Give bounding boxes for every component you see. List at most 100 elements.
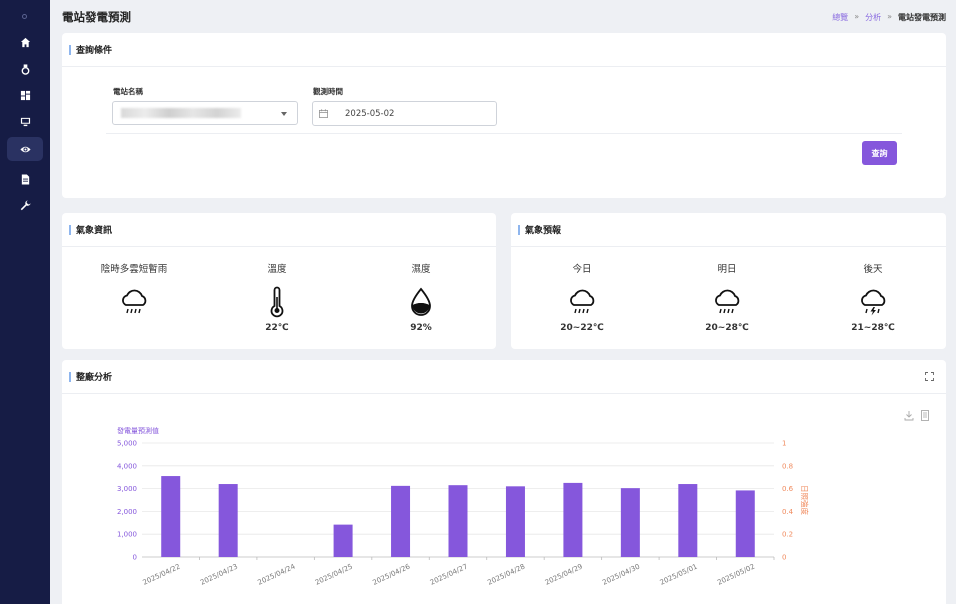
wrench-icon (20, 199, 31, 210)
thermometer-icon (270, 286, 284, 318)
rain-cloud-icon (122, 289, 147, 314)
bar (563, 482, 583, 557)
y-right-tick-label: 0.8 (782, 462, 793, 470)
sidebar-item-monitor[interactable] (7, 109, 43, 133)
y-tick-label: 5,000 (117, 440, 137, 448)
document-icon (21, 173, 29, 185)
bar (218, 484, 238, 557)
temperature-label: 溫度 (267, 264, 287, 275)
sidebar-logo-dot (22, 14, 27, 19)
rain-cloud-icon (570, 289, 595, 314)
y-right-axis-title: 日照強度 (800, 485, 810, 515)
y-right-tick-label: 1 (782, 440, 786, 448)
dashboard-icon (20, 90, 30, 100)
forecast-title: 氣象預報 (525, 226, 562, 236)
x-tick-label: 2025/04/24 (257, 562, 297, 587)
breadcrumb-overview[interactable]: 總覽 (832, 12, 848, 23)
x-tick-label: 2025/04/27 (429, 563, 469, 587)
sidebar-item-home[interactable] (7, 30, 43, 54)
weather-info-header: 氣象資訊 (62, 213, 496, 247)
breadcrumb: 總覽 » 分析 » 電站發電預測 (832, 12, 946, 23)
y-right-tick-label: 0.2 (782, 531, 793, 539)
y-tick-label: 0 (133, 554, 137, 562)
eye-icon (19, 146, 31, 152)
x-tick-label: 2025/05/01 (659, 563, 699, 587)
query-card: 查詢條件 電站名稱 觀測時間 2025-05-02 查詢 (62, 33, 946, 198)
forecast-day-after-label: 後天 (863, 264, 883, 275)
water-drop-icon (411, 287, 431, 316)
title-accent-bar (69, 44, 71, 55)
forecast-tomorrow-label: 明日 (717, 264, 737, 275)
temperature-value: 22℃ (265, 323, 289, 333)
humidity-label: 濕度 (411, 264, 431, 275)
date-picker[interactable]: 2025-05-02 (312, 101, 497, 126)
x-tick-label: 2025/04/30 (601, 563, 641, 587)
sidebar-item-dashboard[interactable] (7, 83, 43, 107)
thunder-cloud-icon (861, 289, 886, 316)
query-button[interactable]: 查詢 (862, 141, 897, 165)
station-select[interactable] (112, 101, 298, 125)
x-tick-label: 2025/04/29 (544, 563, 584, 587)
fullscreen-icon[interactable] (925, 372, 934, 381)
weather-info-card: 氣象資訊 陰時多雲短暫雨 溫度 22℃ 濕度 92% (62, 213, 496, 349)
x-tick-label: 2025/04/26 (371, 562, 411, 587)
title-accent-bar (69, 371, 71, 382)
query-card-title: 查詢條件 (76, 46, 113, 56)
y-axis-title: 發電量預測值 (117, 426, 159, 435)
bar (505, 486, 525, 557)
y-tick-label: 4,000 (117, 462, 137, 470)
form-divider (106, 133, 902, 134)
date-value: 2025-05-02 (345, 109, 395, 119)
chevron-down-icon (281, 112, 287, 116)
bar (448, 485, 468, 557)
x-tick-label: 2025/04/28 (486, 563, 526, 587)
forecast-day-after-value: 21~28℃ (851, 323, 895, 333)
y-right-tick-label: 0.4 (782, 508, 794, 516)
home-icon (20, 37, 30, 47)
title-accent-bar (518, 224, 520, 235)
station-label: 電站名稱 (113, 87, 143, 96)
humidity-value: 92% (410, 323, 432, 333)
sidebar-item-report[interactable] (7, 167, 43, 191)
forecast-tomorrow-value: 20~28℃ (705, 323, 749, 333)
x-tick-label: 2025/04/22 (142, 563, 182, 587)
rain-cloud-icon (715, 289, 740, 314)
breadcrumb-separator: » (854, 12, 860, 21)
weather-info-title: 氣象資訊 (76, 226, 113, 236)
sidebar-item-analysis[interactable] (7, 137, 43, 161)
forecast-today-label: 今日 (572, 264, 592, 275)
weather-humidity: 濕度 92% (361, 261, 481, 333)
query-card-header: 查詢條件 (62, 33, 946, 67)
bar (678, 484, 698, 557)
calendar-icon (319, 109, 328, 118)
analysis-header: 整廠分析 (62, 360, 946, 394)
breadcrumb-separator: » (887, 12, 892, 21)
sidebar-item-medal[interactable] (7, 57, 43, 81)
y-tick-label: 1,000 (117, 531, 137, 539)
x-tick-label: 2025/05/02 (716, 563, 756, 587)
station-value-redacted (121, 108, 241, 118)
analysis-title: 整廠分析 (76, 373, 113, 383)
monitor-icon (20, 117, 30, 126)
weather-condition: 陰時多雲短暫雨 (74, 261, 194, 323)
y-tick-label: 3,000 (117, 485, 137, 493)
production-chart: 發電量預測值 0 1,000 2,000 3,000 4,000 5,000 0 0.2 0.4 0… (117, 426, 810, 587)
breadcrumb-analysis[interactable]: 分析 (865, 12, 881, 23)
x-tick-label: 2025/04/25 (314, 563, 354, 587)
sidebar (0, 0, 50, 604)
main-content: 電站發電預測 總覽 » 分析 » 電站發電預測 查詢條件 電站名稱 觀測時間 2… (50, 0, 956, 604)
x-tick-label: 2025/04/23 (199, 563, 239, 587)
bar (161, 476, 181, 557)
bar (333, 524, 353, 557)
title-accent-bar (69, 224, 71, 235)
forecast-header: 氣象預報 (511, 213, 946, 247)
sidebar-item-settings[interactable] (7, 193, 43, 217)
breadcrumb-current: 電站發電預測 (898, 13, 946, 22)
page-title: 電站發電預測 (62, 10, 131, 24)
analysis-card: 整廠分析 發電量預測值 0 1,000 2,000 3,000 4,000 5,000 0 0.… (62, 360, 946, 604)
y-tick-label: 2,000 (117, 508, 137, 516)
weather-temperature: 溫度 22℃ (217, 261, 337, 333)
y-right-tick-label: 0 (782, 554, 786, 562)
forecast-tomorrow: 明日 20~28℃ (667, 261, 787, 333)
forecast-today: 今日 20~22℃ (522, 261, 642, 333)
